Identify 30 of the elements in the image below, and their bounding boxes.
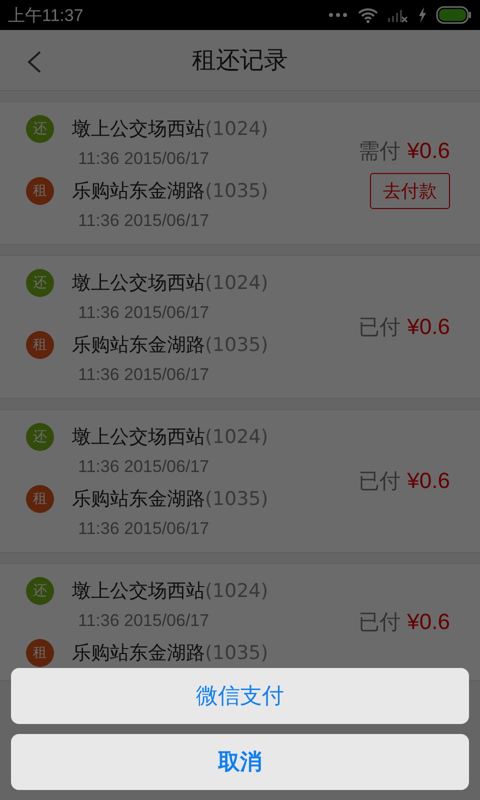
battery-icon (436, 6, 472, 24)
wechat-pay-option[interactable]: 微信支付 (11, 668, 469, 724)
record-time: 11:36 2015/06/17 (77, 457, 210, 477)
payment-status: 已付 ¥0.6 (358, 313, 450, 341)
badge: 还 (26, 115, 54, 143)
badge: 还 (26, 577, 54, 605)
page-title: 租还记录 (192, 45, 288, 76)
payment-status: 已付 ¥0.6 (358, 608, 450, 636)
cancel-button[interactable]: 取消 (11, 734, 469, 790)
status-time: 上午11:37 (8, 4, 84, 26)
charging-icon (418, 7, 426, 23)
record-time: 11:36 2015/06/17 (77, 365, 210, 385)
record-time: 11:36 2015/06/17 (77, 519, 210, 539)
pay-button[interactable]: 去付款 (370, 173, 450, 209)
badge: 租 (26, 177, 54, 205)
badge: 还 (26, 423, 54, 451)
badge: 租 (26, 485, 54, 513)
record-time: 11:36 2015/06/17 (77, 303, 210, 323)
record-time: 11:36 2015/06/17 (77, 611, 210, 631)
back-icon[interactable] (26, 50, 42, 74)
badge: 租 (26, 639, 54, 667)
badge: 还 (26, 269, 54, 297)
signal-icon (388, 7, 408, 23)
record-time: 11:36 2015/06/17 (77, 149, 210, 169)
wifi-icon (358, 7, 378, 23)
record-time: 11:36 2015/06/17 (77, 211, 210, 231)
payment-status: 需付 ¥0.6 (358, 137, 450, 165)
badge: 租 (26, 331, 54, 359)
more-dots-icon (328, 12, 348, 18)
payment-status: 已付 ¥0.6 (358, 467, 450, 495)
